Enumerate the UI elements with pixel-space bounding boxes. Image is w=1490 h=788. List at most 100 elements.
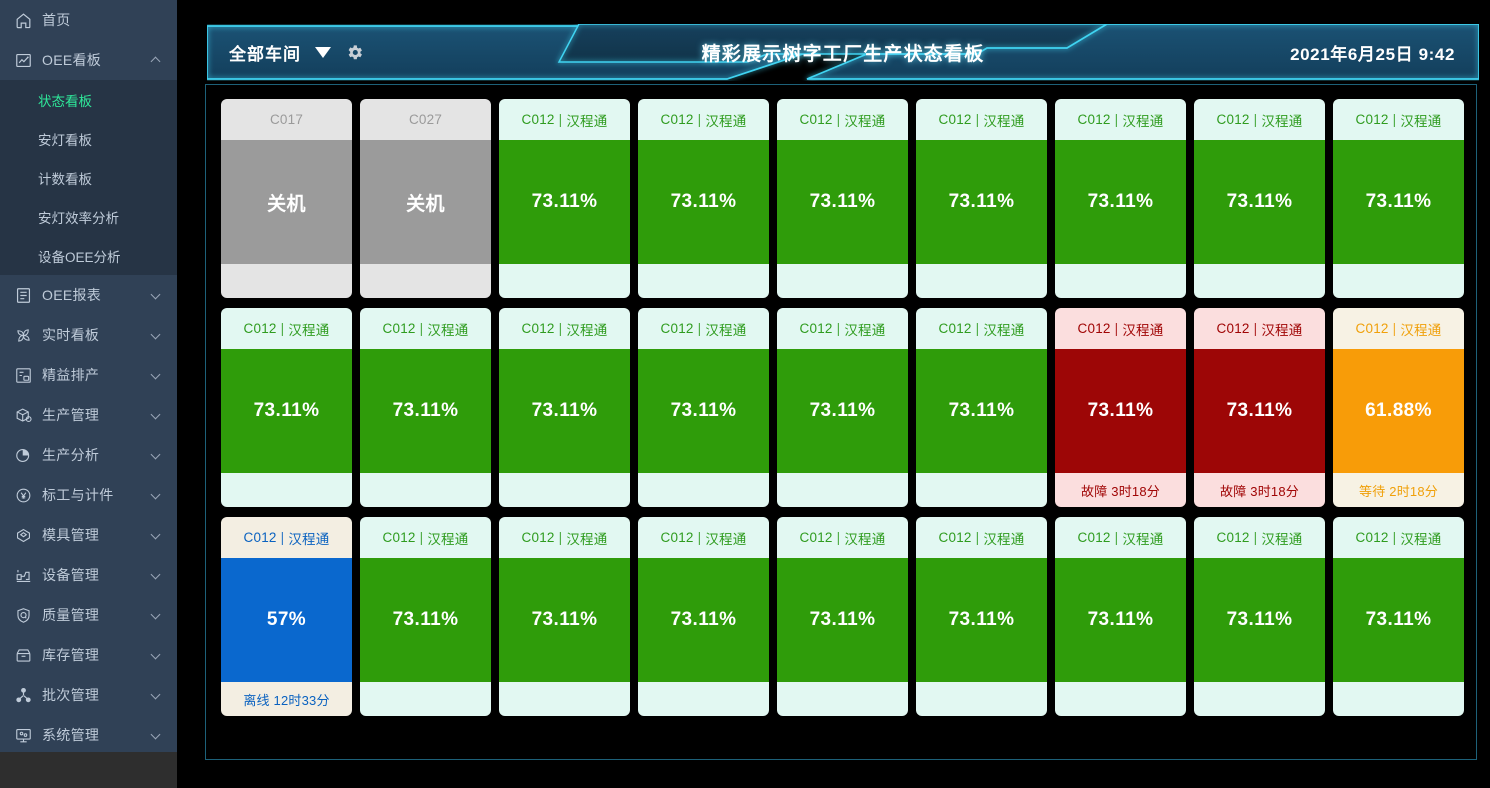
machine-card-value: 关机: [221, 140, 352, 264]
machine-name: 汉程通: [566, 113, 608, 129]
machine-card-status: [777, 264, 908, 298]
chevron-down-icon[interactable]: [151, 530, 161, 540]
machine-name: 汉程通: [983, 113, 1025, 129]
sidebar-item-batch-mgmt[interactable]: 批次管理: [0, 675, 177, 715]
machine-name: 汉程通: [566, 322, 608, 338]
machine-card-status: [499, 473, 630, 507]
machine-card[interactable]: C012 | 汉程通 73.11%: [777, 308, 908, 507]
machine-card[interactable]: C012 | 汉程通 73.11%: [1055, 517, 1186, 716]
machine-card-header: C012 | 汉程通: [916, 517, 1047, 558]
chevron-down-icon[interactable]: [151, 330, 161, 340]
machine-name: 汉程通: [288, 531, 330, 547]
machine-card-value: 73.11%: [1055, 349, 1186, 473]
machine-card[interactable]: C012 | 汉程通 73.11%: [1194, 99, 1325, 298]
machine-card[interactable]: C012 | 汉程通 73.11%: [1333, 99, 1464, 298]
machine-card-status: [360, 473, 491, 507]
machine-card[interactable]: C012 | 汉程通 73.11%: [360, 517, 491, 716]
machine-card[interactable]: C027 关机: [360, 99, 491, 298]
machine-card-header: C012 | 汉程通: [1055, 308, 1186, 349]
machine-code: C012: [799, 321, 833, 336]
machine-card[interactable]: C012 | 汉程通 73.11%: [916, 99, 1047, 298]
machine-card[interactable]: C012 | 汉程通 73.11%: [499, 99, 630, 298]
machine-card[interactable]: C012 | 汉程通 73.11%: [1333, 517, 1464, 716]
machine-card-header: C012 | 汉程通: [916, 99, 1047, 140]
machine-card[interactable]: C012 | 汉程通 73.11%: [1055, 99, 1186, 298]
machine-code: C012: [1216, 112, 1250, 127]
sidebar-subitem-0[interactable]: 状态看板: [0, 80, 177, 119]
chevron-down-icon[interactable]: [151, 610, 161, 620]
sidebar-item-inventory-mgmt[interactable]: 库存管理: [0, 635, 177, 675]
chevron-down-icon[interactable]: [151, 490, 161, 500]
chevron-down-icon[interactable]: [151, 450, 161, 460]
machine-card-value: 73.11%: [638, 558, 769, 682]
chevron-up-icon[interactable]: [151, 55, 161, 65]
machine-code: C017: [269, 112, 304, 127]
chevron-down-icon[interactable]: [151, 690, 161, 700]
box-icon: [14, 406, 33, 425]
sidebar-item-standard-work[interactable]: 标工与计件: [0, 475, 177, 515]
machine-card[interactable]: C012 | 汉程通 57% 离线 12时33分: [221, 517, 352, 716]
machine-card[interactable]: C012 | 汉程通 73.11%: [499, 308, 630, 507]
machine-card[interactable]: C012 | 汉程通 73.11%: [1194, 517, 1325, 716]
header-separator: |: [1392, 112, 1397, 127]
machine-card[interactable]: C012 | 汉程通 73.11% 故障 3时18分: [1055, 308, 1186, 507]
header-separator: |: [1392, 530, 1397, 545]
machine-card-value: 73.11%: [638, 140, 769, 264]
sidebar-subitem-2[interactable]: 计数看板: [0, 158, 177, 197]
machine-code: C012: [1355, 530, 1389, 545]
machine-name: 汉程通: [1400, 322, 1442, 338]
sidebar-item-production-mgmt[interactable]: 生产管理: [0, 395, 177, 435]
header-separator: |: [280, 321, 285, 336]
chevron-down-icon[interactable]: [151, 410, 161, 420]
sidebar-item-quality-mgmt[interactable]: 质量管理: [0, 595, 177, 635]
machine-card-value: 73.11%: [1194, 140, 1325, 264]
sidebar-item-realtime-board[interactable]: 实时看板: [0, 315, 177, 355]
machine-card[interactable]: C012 | 汉程通 61.88% 等待 2时18分: [1333, 308, 1464, 507]
machine-card[interactable]: C012 | 汉程通 73.11%: [360, 308, 491, 507]
sidebar-item-oee-report[interactable]: OEE报表: [0, 275, 177, 315]
sidebar-item-mold-mgmt[interactable]: 模具管理: [0, 515, 177, 555]
machine-code: C012: [660, 530, 694, 545]
machine-card[interactable]: C012 | 汉程通 73.11%: [499, 517, 630, 716]
machine-code: C012: [382, 530, 416, 545]
sidebar-item-production-analysis[interactable]: 生产分析: [0, 435, 177, 475]
chevron-down-icon[interactable]: [151, 730, 161, 740]
machine-code: C012: [521, 112, 555, 127]
sidebar-subitem-4[interactable]: 设备OEE分析: [0, 236, 177, 275]
machine-card[interactable]: C012 | 汉程通 73.11%: [221, 308, 352, 507]
sidebar-item-lean-schedule[interactable]: 精益排产: [0, 355, 177, 395]
machine-card-value: 73.11%: [360, 558, 491, 682]
machine-name: 汉程通: [1261, 113, 1303, 129]
machine-name: 汉程通: [1400, 531, 1442, 547]
machine-card[interactable]: C012 | 汉程通 73.11%: [638, 517, 769, 716]
machine-card-status: [916, 264, 1047, 298]
chevron-down-icon[interactable]: [151, 370, 161, 380]
machine-card-header: C012 | 汉程通: [360, 308, 491, 349]
machine-card[interactable]: C017 关机: [221, 99, 352, 298]
machine-card-value: 73.11%: [916, 558, 1047, 682]
machine-card[interactable]: C012 | 汉程通 73.11%: [777, 99, 908, 298]
header-separator: |: [975, 112, 980, 127]
chevron-down-icon[interactable]: [151, 570, 161, 580]
sidebar: 首页 OEE看板 状态看板 安灯看板 计数看板 安灯效率分析 设备OEE分析 OEE报表 实时看…: [0, 0, 177, 788]
app-root: 首页 OEE看板 状态看板 安灯看板 计数看板 安灯效率分析 设备OEE分析 OEE报表 实时看…: [0, 0, 1490, 788]
machine-card[interactable]: C012 | 汉程通 73.11%: [638, 99, 769, 298]
chevron-down-icon[interactable]: [151, 650, 161, 660]
sidebar-item-equipment-mgmt[interactable]: 设备管理: [0, 555, 177, 595]
machine-card[interactable]: C012 | 汉程通 73.11%: [916, 308, 1047, 507]
machine-card[interactable]: C012 | 汉程通 73.11%: [916, 517, 1047, 716]
gear-icon[interactable]: [345, 43, 364, 62]
machine-card-grid: C017 关机 C027 关机 C012 | 汉程通 73.11% C012 | 汉程通 73.11%…: [221, 99, 1464, 739]
machine-card[interactable]: C012 | 汉程通 73.11%: [638, 308, 769, 507]
sidebar-subitem-3[interactable]: 安灯效率分析: [0, 197, 177, 236]
workshop-selector[interactable]: 全部车间: [229, 24, 364, 81]
mold-icon: [14, 526, 33, 545]
chevron-down-icon[interactable]: [151, 290, 161, 300]
sidebar-item-oee-board[interactable]: OEE看板: [0, 40, 177, 80]
chevron-down-icon[interactable]: [315, 47, 331, 58]
sidebar-item-home[interactable]: 首页: [0, 0, 177, 40]
sidebar-item-system-mgmt[interactable]: 系统管理: [0, 715, 177, 752]
machine-card[interactable]: C012 | 汉程通 73.11%: [777, 517, 908, 716]
sidebar-subitem-1[interactable]: 安灯看板: [0, 119, 177, 158]
machine-card[interactable]: C012 | 汉程通 73.11% 故障 3时18分: [1194, 308, 1325, 507]
